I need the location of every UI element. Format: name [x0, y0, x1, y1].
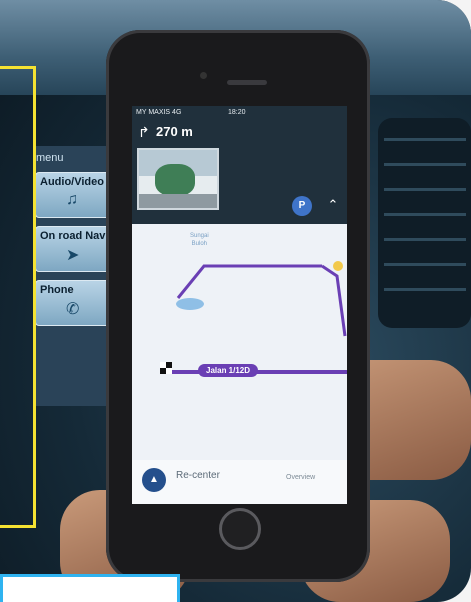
turn-distance: 270 m	[156, 124, 193, 139]
route-line-right	[321, 264, 347, 337]
blue-frame-border	[0, 574, 180, 602]
music-note-icon: ♫	[66, 191, 78, 208]
compass-icon: ➤	[66, 247, 80, 264]
recenter-button[interactable]: Re-center	[176, 470, 220, 481]
destination-marker-icon	[333, 261, 343, 271]
car-menu-title: menu	[36, 152, 64, 164]
car-position-icon	[176, 298, 204, 310]
turn-right-arrow-icon: ↱	[138, 124, 150, 140]
parking-button[interactable]: P	[292, 196, 312, 216]
road-name-badge: Jalan 1/12D	[198, 364, 259, 377]
home-button[interactable]	[219, 508, 261, 550]
clock-label: 18:20	[228, 109, 246, 116]
chevron-up-icon[interactable]: ⌃	[322, 194, 344, 216]
dashboard-photo: menu Audio/Video ♫ On road Nav ➤ Phone ✆…	[0, 0, 471, 602]
junction-preview-image	[137, 148, 219, 210]
carrier-label: MY MAXIS 4G	[136, 109, 182, 116]
nav-header: MY MAXIS 4G 18:20 ↱ 270 m P ⌃	[132, 106, 347, 224]
phone-speaker	[227, 80, 267, 85]
phone-screen: MY MAXIS 4G 18:20 ↱ 270 m P ⌃ Sungai Bul…	[132, 106, 347, 504]
phone-camera	[200, 72, 207, 79]
phone-handset-icon: ✆	[66, 301, 80, 318]
air-vent	[378, 118, 471, 328]
recenter-icon[interactable]: ▲	[142, 468, 166, 492]
route-line-upper	[176, 264, 322, 299]
overview-button[interactable]: Overview	[286, 474, 315, 481]
yellow-frame-border	[0, 66, 36, 528]
